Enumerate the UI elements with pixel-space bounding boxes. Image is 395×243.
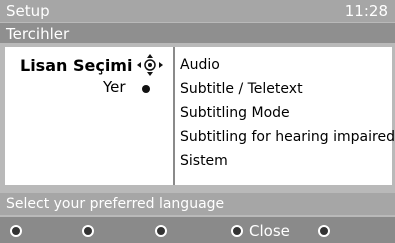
option-sistem[interactable]: Sistem bbox=[180, 153, 228, 169]
footer-button-2[interactable] bbox=[82, 222, 100, 240]
button-ring-icon bbox=[318, 225, 330, 237]
button-ring-icon bbox=[10, 225, 22, 237]
language-options-list: Audio Subtitle / Teletext Subtitling Mod… bbox=[173, 47, 395, 185]
header-bar: Setup 11:28 bbox=[0, 0, 395, 22]
option-subtitling-hearing-impaired[interactable]: Subtitling for hearing impaired bbox=[180, 129, 395, 145]
navigation-cross-icon bbox=[137, 54, 163, 76]
selection-dot-icon bbox=[142, 85, 150, 93]
settings-panel: Lisan Seçimi Yer Audio Subtitle / Telete… bbox=[5, 47, 395, 185]
footer-button-5[interactable] bbox=[318, 222, 336, 240]
option-audio[interactable]: Audio bbox=[180, 57, 220, 73]
clock: 11:28 bbox=[344, 2, 388, 20]
menu-title: Setup bbox=[6, 2, 50, 20]
button-ring-icon bbox=[231, 225, 243, 237]
footer-button-1[interactable] bbox=[10, 222, 28, 240]
hint-text: Select your preferred language bbox=[6, 196, 225, 212]
submenu-title: Tercihler bbox=[6, 25, 70, 43]
footer-button-3[interactable] bbox=[155, 222, 173, 240]
hint-bar: Select your preferred language bbox=[0, 193, 395, 215]
option-subtitling-mode[interactable]: Subtitling Mode bbox=[180, 105, 290, 121]
button-ring-icon bbox=[155, 225, 167, 237]
close-button[interactable]: Close bbox=[231, 222, 290, 240]
menu-item-yer[interactable]: Yer bbox=[103, 78, 126, 96]
option-subtitle-teletext[interactable]: Subtitle / Teletext bbox=[180, 81, 303, 97]
menu-item-lisan-secimi[interactable]: Lisan Seçimi bbox=[20, 56, 132, 75]
subheader-bar: Tercihler bbox=[0, 23, 395, 43]
footer-bar: Close bbox=[0, 217, 395, 243]
button-ring-icon bbox=[82, 225, 94, 237]
